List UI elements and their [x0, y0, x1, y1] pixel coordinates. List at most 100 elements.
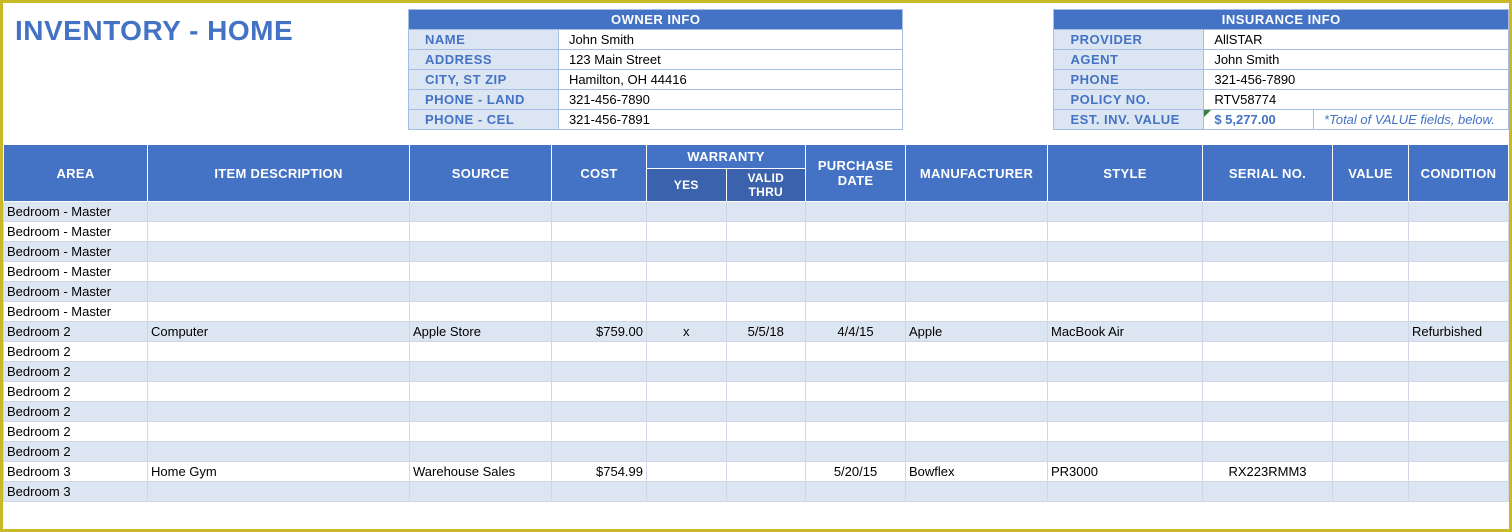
cell-cost[interactable]: [552, 242, 647, 262]
cell-cond[interactable]: [1409, 482, 1509, 502]
cell-source[interactable]: [410, 482, 552, 502]
cell-serial[interactable]: [1203, 382, 1333, 402]
cell-area[interactable]: Bedroom - Master: [4, 302, 148, 322]
owner-info-value[interactable]: 321-456-7890: [558, 90, 903, 110]
cell-desc[interactable]: [148, 422, 410, 442]
cell-wthru[interactable]: [726, 242, 806, 262]
cell-wthru[interactable]: [726, 442, 806, 462]
cell-source[interactable]: [410, 262, 552, 282]
cell-pdate[interactable]: [806, 222, 906, 242]
cell-desc[interactable]: [148, 342, 410, 362]
cell-cond[interactable]: [1409, 342, 1509, 362]
cell-value[interactable]: [1333, 262, 1409, 282]
table-row[interactable]: Bedroom - Master: [4, 242, 1509, 262]
cell-value[interactable]: [1333, 242, 1409, 262]
cell-style[interactable]: [1048, 422, 1203, 442]
cell-wyes[interactable]: [647, 222, 727, 242]
cell-wyes[interactable]: [647, 262, 727, 282]
cell-style[interactable]: [1048, 242, 1203, 262]
cell-wthru[interactable]: [726, 422, 806, 442]
cell-value[interactable]: [1333, 422, 1409, 442]
cell-pdate[interactable]: 5/20/15: [806, 462, 906, 482]
cell-wyes[interactable]: [647, 462, 727, 482]
cell-serial[interactable]: [1203, 202, 1333, 222]
insurance-info-value[interactable]: 321-456-7890: [1204, 70, 1509, 90]
cell-cost[interactable]: [552, 442, 647, 462]
cell-pdate[interactable]: [806, 382, 906, 402]
cell-cost[interactable]: [552, 382, 647, 402]
cell-area[interactable]: Bedroom 2: [4, 342, 148, 362]
table-row[interactable]: Bedroom 3Home GymWarehouse Sales$754.995…: [4, 462, 1509, 482]
cell-cond[interactable]: [1409, 462, 1509, 482]
cell-value[interactable]: [1333, 322, 1409, 342]
cell-value[interactable]: [1333, 342, 1409, 362]
cell-serial[interactable]: [1203, 402, 1333, 422]
cell-cost[interactable]: [552, 342, 647, 362]
cell-source[interactable]: [410, 382, 552, 402]
cell-source[interactable]: [410, 222, 552, 242]
cell-wyes[interactable]: [647, 422, 727, 442]
cell-serial[interactable]: [1203, 442, 1333, 462]
owner-info-value[interactable]: 321-456-7891: [558, 110, 903, 130]
cell-cost[interactable]: $754.99: [552, 462, 647, 482]
cell-value[interactable]: [1333, 442, 1409, 462]
cell-manu[interactable]: Apple: [906, 322, 1048, 342]
cell-style[interactable]: [1048, 282, 1203, 302]
cell-wthru[interactable]: [726, 282, 806, 302]
table-row[interactable]: Bedroom - Master: [4, 222, 1509, 242]
cell-serial[interactable]: [1203, 482, 1333, 502]
cell-style[interactable]: [1048, 302, 1203, 322]
cell-wthru[interactable]: [726, 202, 806, 222]
cell-wthru[interactable]: [726, 482, 806, 502]
cell-manu[interactable]: [906, 222, 1048, 242]
cell-wyes[interactable]: [647, 282, 727, 302]
cell-source[interactable]: Warehouse Sales: [410, 462, 552, 482]
cell-style[interactable]: [1048, 442, 1203, 462]
cell-cost[interactable]: [552, 262, 647, 282]
cell-source[interactable]: [410, 362, 552, 382]
cell-cond[interactable]: [1409, 202, 1509, 222]
cell-area[interactable]: Bedroom - Master: [4, 262, 148, 282]
cell-wthru[interactable]: [726, 382, 806, 402]
cell-serial[interactable]: [1203, 322, 1333, 342]
owner-info-value[interactable]: John Smith: [558, 30, 903, 50]
table-row[interactable]: Bedroom 2: [4, 382, 1509, 402]
cell-source[interactable]: [410, 402, 552, 422]
cell-wthru[interactable]: [726, 462, 806, 482]
cell-wthru[interactable]: 5/5/18: [726, 322, 806, 342]
cell-cond[interactable]: [1409, 422, 1509, 442]
insurance-info-value[interactable]: RTV58774: [1204, 90, 1509, 110]
cell-pdate[interactable]: 4/4/15: [806, 322, 906, 342]
cell-cond[interactable]: [1409, 222, 1509, 242]
cell-value[interactable]: [1333, 302, 1409, 322]
cell-cond[interactable]: [1409, 302, 1509, 322]
cell-manu[interactable]: [906, 242, 1048, 262]
cell-source[interactable]: [410, 202, 552, 222]
cell-wyes[interactable]: [647, 482, 727, 502]
cell-wyes[interactable]: [647, 242, 727, 262]
cell-value[interactable]: [1333, 482, 1409, 502]
cell-style[interactable]: [1048, 402, 1203, 422]
owner-info-value[interactable]: 123 Main Street: [558, 50, 903, 70]
cell-desc[interactable]: [148, 362, 410, 382]
owner-info-value[interactable]: Hamilton, OH 44416: [558, 70, 903, 90]
cell-cost[interactable]: [552, 422, 647, 442]
cell-pdate[interactable]: [806, 482, 906, 502]
cell-desc[interactable]: [148, 482, 410, 502]
cell-pdate[interactable]: [806, 362, 906, 382]
cell-style[interactable]: MacBook Air: [1048, 322, 1203, 342]
cell-pdate[interactable]: [806, 402, 906, 422]
cell-pdate[interactable]: [806, 282, 906, 302]
cell-manu[interactable]: [906, 282, 1048, 302]
cell-wyes[interactable]: [647, 342, 727, 362]
cell-cost[interactable]: [552, 202, 647, 222]
cell-wyes[interactable]: [647, 402, 727, 422]
cell-desc[interactable]: [148, 382, 410, 402]
cell-wyes[interactable]: x: [647, 322, 727, 342]
cell-value[interactable]: [1333, 382, 1409, 402]
cell-cond[interactable]: [1409, 262, 1509, 282]
cell-serial[interactable]: [1203, 362, 1333, 382]
table-row[interactable]: Bedroom 2ComputerApple Store$759.00x5/5/…: [4, 322, 1509, 342]
cell-serial[interactable]: RX223RMM3: [1203, 462, 1333, 482]
cell-cond[interactable]: [1409, 382, 1509, 402]
